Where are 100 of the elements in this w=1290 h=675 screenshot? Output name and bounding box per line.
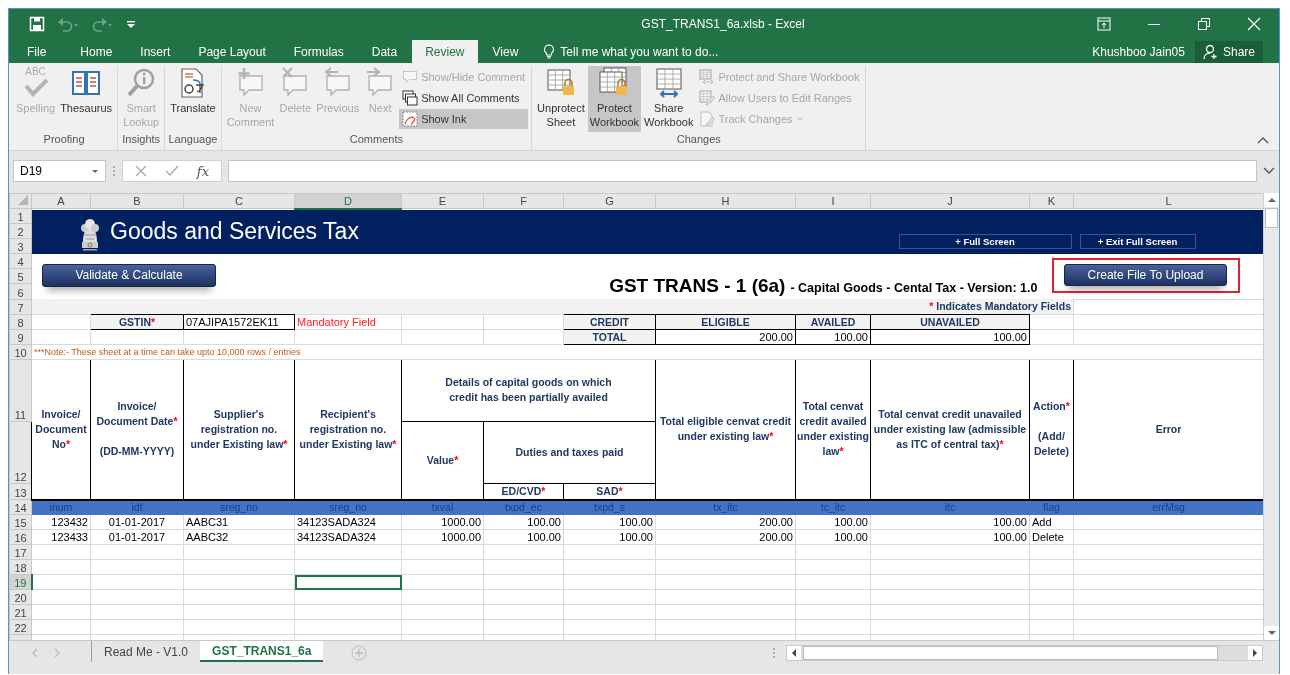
scroll-right-icon[interactable] — [1248, 646, 1262, 660]
ribbon-button[interactable]: Thesaurus — [58, 66, 115, 132]
save-icon[interactable] — [29, 16, 45, 32]
table-cell: 100.00 — [563, 529, 656, 545]
group-label: Changes — [675, 133, 722, 147]
row-header[interactable]: 11 — [9, 359, 32, 421]
column-heading: UNAVAILED — [870, 314, 1030, 329]
menu-tab[interactable]: Insert — [127, 40, 184, 63]
ribbon-button[interactable]: Show Ink — [399, 109, 529, 129]
ribbon-button[interactable]: Unprotect Sheet — [535, 66, 587, 132]
scroll-thumb[interactable] — [1265, 208, 1278, 228]
menu-tab[interactable]: Page Layout — [185, 40, 279, 63]
ribbon-display-icon[interactable] — [1097, 17, 1111, 31]
ribbon-button[interactable]: Translate — [168, 66, 218, 132]
scroll-up-icon[interactable] — [1264, 193, 1279, 207]
column-header[interactable]: F — [483, 193, 564, 209]
formula-field[interactable] — [228, 160, 1257, 182]
menu-tab[interactable]: Review — [412, 40, 478, 63]
close-icon[interactable] — [1247, 17, 1261, 31]
full-screen-button[interactable]: + Exit Full Screen — [1079, 233, 1196, 249]
column-header[interactable]: D — [294, 193, 402, 209]
menu-tab[interactable]: View — [479, 40, 532, 63]
column-header[interactable]: E — [401, 193, 484, 209]
table-cell: 100.00 — [870, 529, 1030, 545]
sheet-tab[interactable]: Read Me - V1.0 — [92, 641, 201, 662]
ribbon-button[interactable]: Share Workbook — [642, 66, 696, 132]
table-cell: 01-01-2017 — [90, 514, 184, 530]
column-heading: CREDIT — [563, 314, 656, 329]
column-header[interactable]: L — [1073, 193, 1263, 209]
table-cell: 1000.00 — [401, 529, 484, 545]
menu-tab[interactable]: Formulas — [280, 40, 357, 63]
table-cell: AABC32 — [183, 529, 295, 545]
table-cell: 100.00 — [483, 529, 564, 545]
column-header[interactable]: I — [795, 193, 871, 209]
field-code: inum — [31, 499, 91, 515]
field-code: txval — [401, 499, 484, 515]
field-value: 07AJIPA1572EK11 — [183, 314, 295, 329]
insert-function-button[interactable]: fx — [196, 163, 209, 179]
field-code: tx_itc — [655, 499, 796, 515]
collapse-ribbon-icon[interactable] — [1257, 136, 1269, 144]
share-button[interactable]: Share — [1194, 41, 1263, 63]
column-header[interactable]: A — [31, 193, 91, 209]
field-code: flag — [1029, 499, 1074, 515]
table-cell: 100.00 — [870, 514, 1030, 530]
column-header[interactable]: G — [563, 193, 656, 209]
expand-icon[interactable] — [1263, 167, 1275, 175]
mandatory-legend: * Indicates Mandatory Fields — [31, 299, 1074, 314]
grip-icon — [112, 164, 116, 178]
table-cell: 100.00 — [795, 514, 871, 530]
column-heading: Details of capital goods on which credit has been partially availed — [401, 359, 656, 421]
window-title: GST_TRANS1_6a.xlsb - Excel — [640, 17, 806, 31]
field-code: txpd_s — [563, 499, 656, 515]
name-box[interactable]: D19 — [13, 160, 106, 182]
active-cell[interactable] — [294, 574, 402, 590]
column-header[interactable]: J — [870, 193, 1030, 209]
field-code: txpd_ec — [483, 499, 564, 515]
table-cell: 100.00 — [795, 529, 871, 545]
ribbon-button[interactable]: Show All Comments — [399, 88, 529, 108]
menu-tab[interactable]: Home — [67, 40, 126, 63]
row-header[interactable]: 12 — [9, 421, 32, 483]
column-header[interactable]: H — [655, 193, 796, 209]
table-cell: Add — [1029, 514, 1074, 530]
full-screen-button[interactable]: + Full Screen — [898, 233, 1072, 249]
hint-text: Mandatory Field — [294, 314, 402, 329]
edit-ranges-icon — [699, 90, 716, 106]
pen-icon — [402, 111, 419, 127]
group-label: Insights — [121, 133, 162, 147]
column-heading: AVAILED — [795, 314, 871, 329]
field-code: sreg_no — [183, 499, 295, 515]
column-header[interactable]: B — [90, 193, 184, 209]
field-code: sreg_no — [294, 499, 402, 515]
field-code: itc — [870, 499, 1030, 515]
menu-tab[interactable]: File — [11, 40, 66, 63]
validate-button[interactable]: Validate & Calculate — [42, 263, 216, 287]
table-cell: 34123SADA324 — [294, 514, 402, 530]
ribbon-button[interactable]: Protect Workbook — [587, 66, 642, 132]
tell-me-box[interactable]: Tell me what you want to do... — [537, 40, 725, 63]
restore-icon[interactable] — [1197, 17, 1211, 31]
sheet-subtitle: - Capital Goods - Cental Tax - Version: 1.0 — [790, 280, 1038, 295]
comment-icon — [402, 69, 419, 85]
column-header[interactable]: K — [1029, 193, 1074, 209]
scroll-down-icon[interactable] — [1264, 626, 1279, 640]
user-name: Khushboo Jain05 — [1092, 44, 1186, 61]
column-header[interactable]: C — [183, 193, 295, 209]
scroll-left-icon[interactable] — [787, 646, 801, 660]
column-heading: ELIGIBLE — [655, 314, 796, 329]
comments-icon — [402, 90, 419, 106]
field-code: errMsg — [1073, 499, 1263, 515]
table-cell: 123433 — [31, 529, 91, 545]
table-cell: 100.00 — [870, 329, 1030, 344]
scroll-thumb[interactable] — [803, 646, 1218, 660]
table-cell: 200.00 — [655, 329, 796, 344]
track-changes-icon — [699, 111, 716, 127]
sheet-tab[interactable]: GST_TRANS1_6a — [200, 641, 324, 662]
upload-button[interactable]: Create File To Upload — [1064, 264, 1227, 286]
menu-tab[interactable]: Data — [358, 40, 411, 63]
table-cell: 123432 — [31, 514, 91, 530]
table-cell: 34123SADA324 — [294, 529, 402, 545]
table-cell: 1000.00 — [401, 514, 484, 530]
table-cell: 100.00 — [563, 514, 656, 530]
